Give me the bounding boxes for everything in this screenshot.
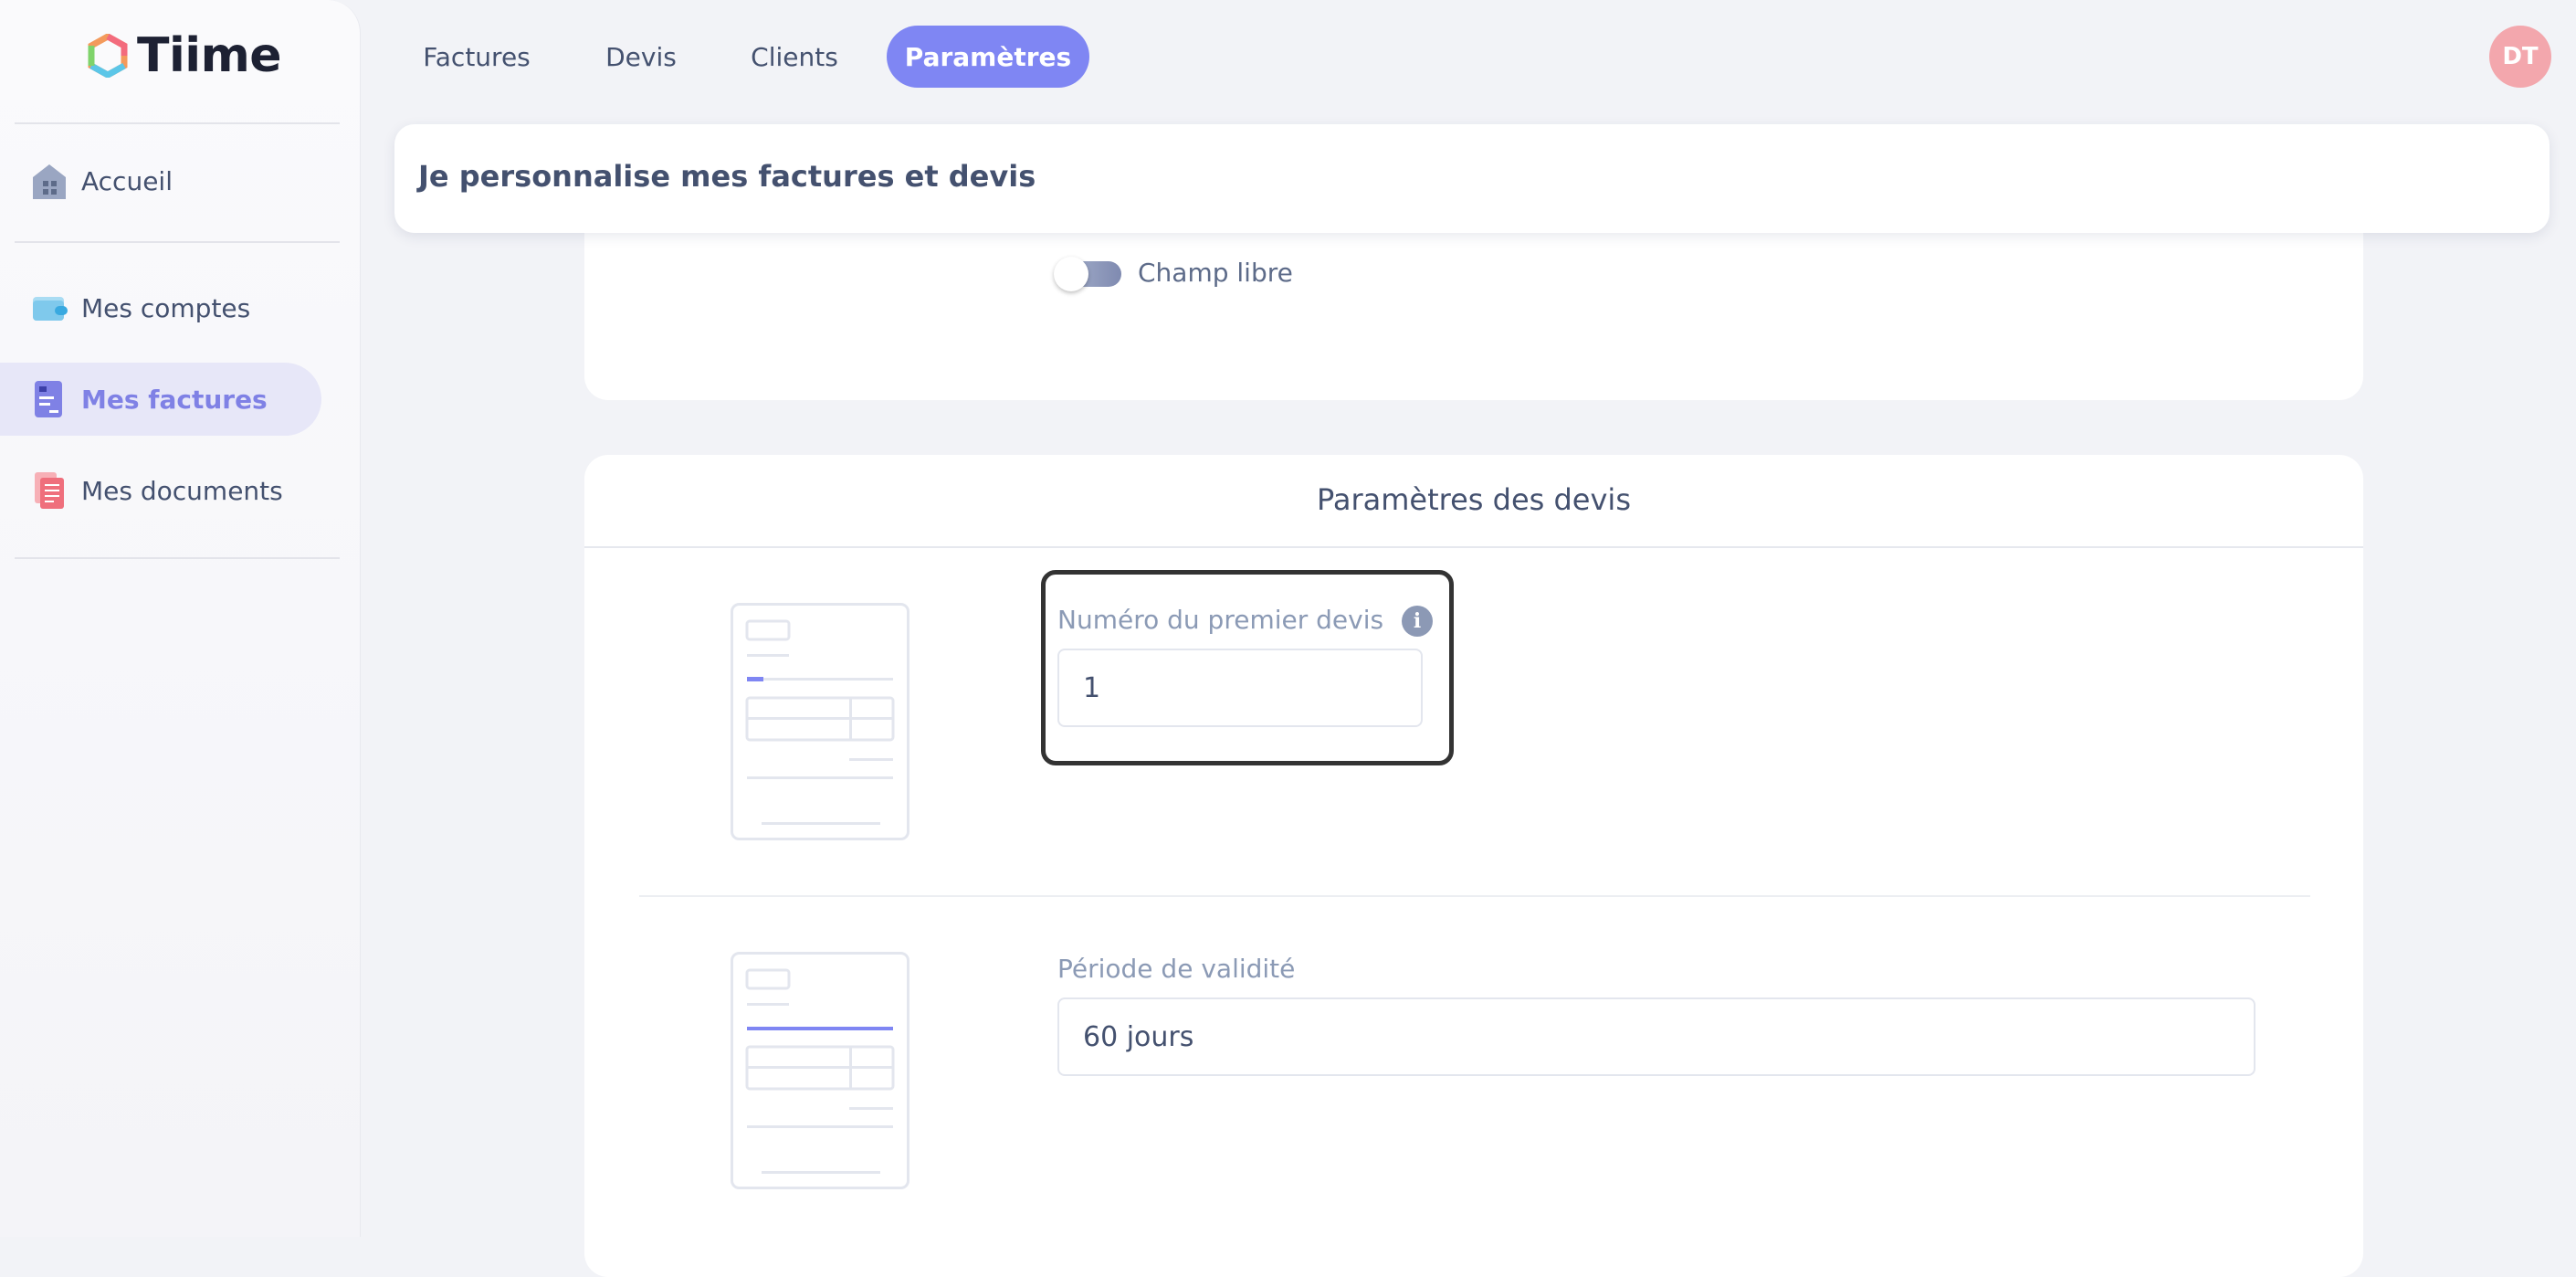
sidebar-divider (15, 557, 340, 559)
sidebar-divider (15, 241, 340, 243)
first-number-input[interactable]: 1 (1057, 649, 1423, 727)
home-icon (33, 164, 66, 199)
page-title: Je personnalise mes factures et devis (418, 159, 1036, 194)
invoice-icon (35, 381, 62, 417)
user-avatar[interactable]: DT (2489, 26, 2551, 88)
documents-icon (35, 472, 64, 509)
row-divider (639, 895, 2310, 897)
brand-logo[interactable]: Tiime (88, 27, 282, 84)
card-divider (584, 546, 2363, 548)
first-number-label: Numéro du premier devis (1057, 605, 1384, 635)
sidebar-item-mes-documents[interactable]: Mes documents (0, 454, 321, 527)
tab-devis[interactable]: Devis (584, 26, 698, 88)
validity-period-select[interactable]: 60 jours (1057, 997, 2255, 1076)
validity-period-illustration (731, 952, 909, 1189)
devis-settings-card: Paramètres des devis Numéro du premier d… (584, 455, 2363, 1277)
sidebar: Tiime Accueil Mes comptes Mes factures M… (0, 0, 361, 1237)
sidebar-item-accueil[interactable]: Accueil (0, 144, 321, 217)
document-number-illustration (731, 603, 909, 840)
sidebar-item-label: Mes documents (81, 475, 283, 506)
champ-libre-toggle[interactable] (1054, 257, 1121, 291)
toggle-knob (1054, 257, 1088, 291)
sidebar-divider (15, 122, 340, 124)
tab-factures[interactable]: Factures (402, 26, 552, 88)
tab-clients[interactable]: Clients (731, 26, 858, 88)
page-header: Je personnalise mes factures et devis (394, 124, 2550, 233)
tiime-logo-icon (88, 34, 128, 78)
tab-parametres[interactable]: Paramètres (887, 26, 1089, 88)
sidebar-item-mes-comptes[interactable]: Mes comptes (0, 271, 321, 344)
sidebar-item-mes-factures[interactable]: Mes factures (0, 363, 321, 436)
brand-name: Tiime (137, 28, 282, 83)
validity-period-label: Période de validité (1057, 954, 1296, 984)
sidebar-item-label: Accueil (81, 165, 173, 196)
champ-libre-label: Champ libre (1138, 258, 1293, 288)
sidebar-item-label: Mes factures (81, 384, 268, 415)
sidebar-item-label: Mes comptes (81, 292, 251, 323)
wallet-icon (33, 297, 68, 321)
devis-settings-title: Paramètres des devis (1317, 482, 1631, 517)
info-icon[interactable]: i (1402, 606, 1433, 637)
